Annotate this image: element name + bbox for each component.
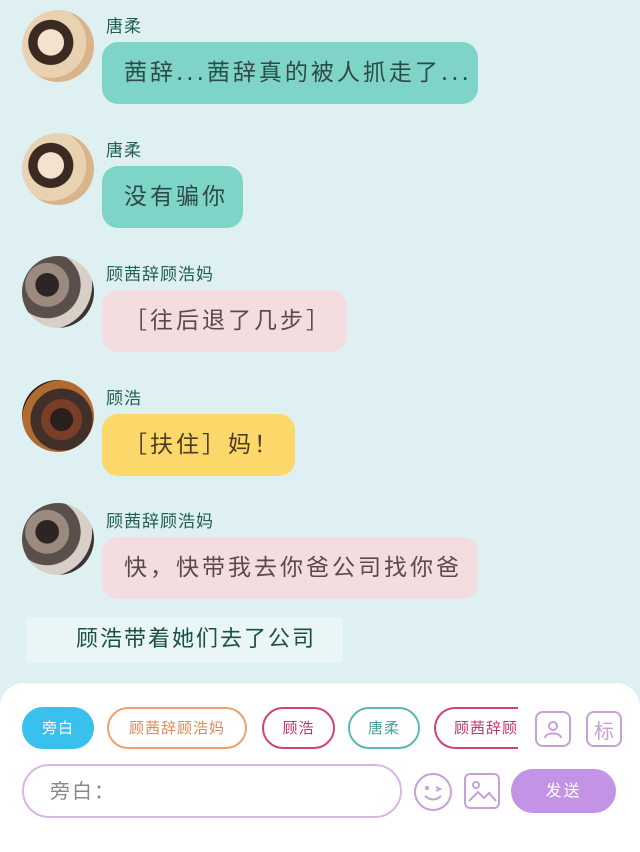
role-chip-mother-2[interactable]: 顾茜辞顾浩妈 bbox=[434, 707, 518, 749]
sender-name: 唐柔 bbox=[106, 17, 142, 37]
contact-card-icon[interactable] bbox=[535, 711, 571, 747]
person-icon bbox=[544, 721, 562, 739]
smiley-icon bbox=[424, 786, 443, 801]
message-bubble[interactable]: ［扶住］妈！ bbox=[102, 414, 295, 476]
avatar-tangrou[interactable] bbox=[22, 10, 94, 82]
narration-text[interactable]: 顾浩带着她们去了公司 bbox=[26, 617, 343, 663]
tag-icon: 标 bbox=[594, 718, 614, 743]
sender-name: 顾浩 bbox=[106, 389, 142, 409]
emoji-button[interactable] bbox=[414, 773, 452, 811]
tag-button[interactable]: 标 bbox=[586, 711, 622, 747]
avatar-guhao[interactable] bbox=[22, 380, 94, 452]
sender-name: 唐柔 bbox=[106, 141, 142, 161]
role-chip-tangrou[interactable]: 唐柔 bbox=[348, 707, 420, 749]
message-bubble[interactable]: 快，快带我去你爸公司找你爸 bbox=[102, 537, 478, 599]
image-button[interactable] bbox=[464, 773, 500, 809]
sender-name: 顾茜辞顾浩妈 bbox=[106, 265, 214, 285]
message-input[interactable]: 旁白： bbox=[22, 764, 402, 818]
message-bubble[interactable]: ［往后退了几步］ bbox=[102, 290, 347, 352]
send-button[interactable]: 发送 bbox=[511, 769, 616, 813]
message-bubble[interactable]: 没有骗你 bbox=[102, 166, 243, 228]
sender-name: 顾茜辞顾浩妈 bbox=[106, 512, 214, 532]
avatar-mother[interactable] bbox=[22, 256, 94, 328]
role-chip-guhao[interactable]: 顾浩 bbox=[262, 707, 335, 749]
role-chip-narrator[interactable]: 旁白 bbox=[22, 707, 94, 749]
role-chip-mother[interactable]: 顾茜辞顾浩妈 bbox=[107, 707, 247, 749]
message-bubble[interactable]: 茜辞...茜辞真的被人抓走了... bbox=[102, 42, 478, 104]
picture-icon bbox=[468, 781, 497, 802]
avatar-mother[interactable] bbox=[22, 503, 94, 575]
avatar-tangrou[interactable] bbox=[22, 133, 94, 205]
